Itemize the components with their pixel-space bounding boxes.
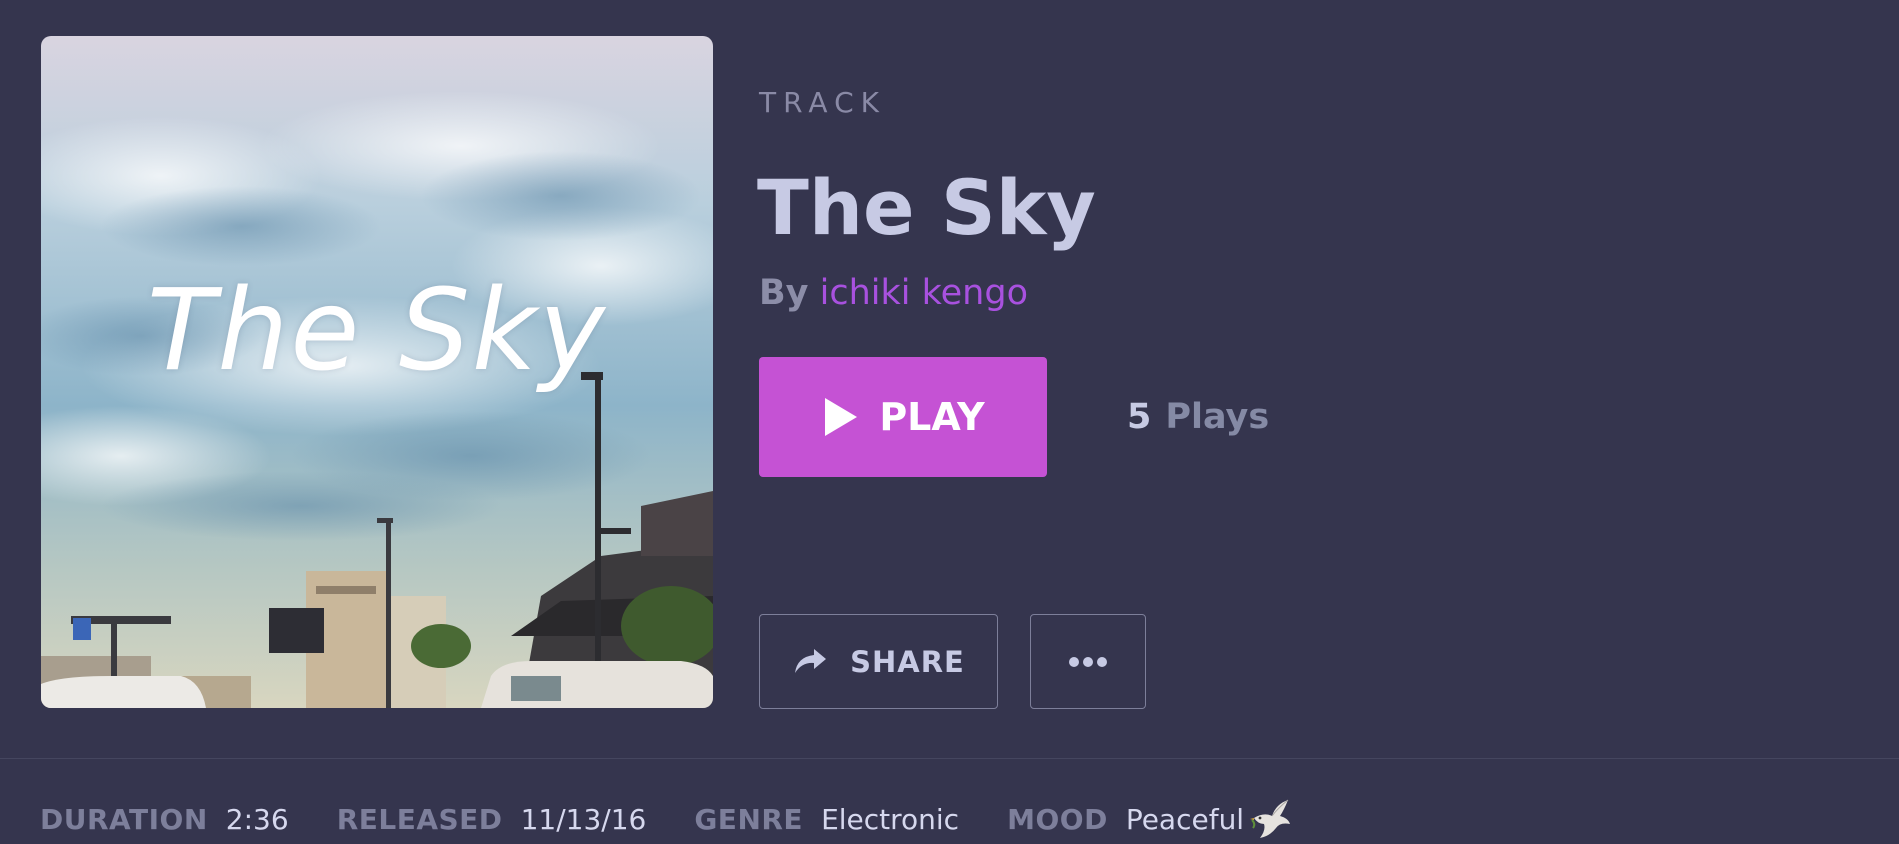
share-icon — [795, 648, 827, 673]
mood-value: Peaceful — [1125, 802, 1245, 836]
meta-released: RELEASED 11/13/16 — [337, 803, 647, 836]
track-page: The Sky TRACK The Sky By ichiki kengo PL… — [0, 0, 1899, 844]
play-button-label: PLAY — [879, 395, 985, 439]
play-count-label: Plays — [1165, 397, 1270, 437]
play-button[interactable]: PLAY — [759, 357, 1047, 477]
duration-label: DURATION — [40, 802, 208, 836]
section-divider — [0, 758, 1899, 759]
item-kind-label: TRACK — [759, 86, 886, 119]
genre-label: GENRE — [694, 802, 804, 836]
duration-value: 2:36 — [225, 802, 289, 836]
released-value: 11/13/16 — [520, 802, 647, 836]
more-options-button[interactable] — [1030, 614, 1146, 709]
share-button[interactable]: SHARE — [759, 614, 998, 709]
by-label: By — [759, 273, 809, 313]
play-count-value: 5 — [1127, 397, 1152, 437]
dove-icon — [1250, 799, 1291, 838]
share-button-label: SHARE — [850, 644, 965, 679]
meta-duration: DURATION 2:36 — [40, 803, 289, 836]
play-icon — [825, 398, 858, 436]
released-label: RELEASED — [336, 802, 503, 836]
byline: By ichiki kengo — [759, 272, 1028, 314]
track-title: The Sky — [757, 163, 1096, 252]
cover-title-text: The Sky — [146, 266, 608, 396]
track-meta-bar: DURATION 2:36 RELEASED 11/13/16 GENRE El… — [40, 798, 1340, 840]
genre-value: Electronic — [821, 802, 960, 836]
artist-link[interactable]: ichiki kengo — [820, 273, 1028, 313]
ellipsis-icon — [1069, 656, 1107, 667]
meta-genre: GENRE Electronic — [694, 803, 959, 836]
play-count: 5 Plays — [1127, 395, 1269, 439]
meta-mood: MOOD Peaceful — [1007, 798, 1292, 840]
mood-label: MOOD — [1007, 802, 1108, 836]
cover-art: The Sky — [41, 36, 713, 708]
